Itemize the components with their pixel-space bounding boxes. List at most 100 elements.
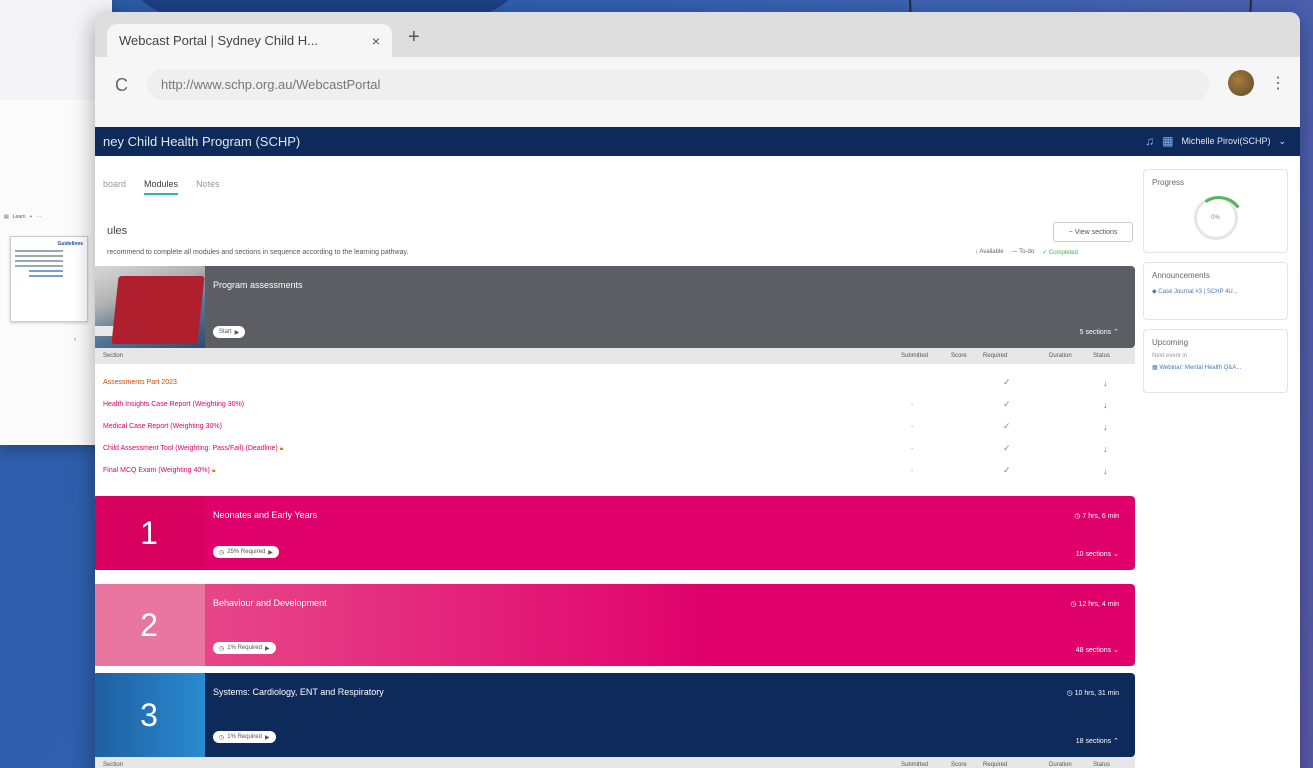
row-submitted: - — [911, 424, 914, 431]
assessment-rows: Assessments Part 2023 ✓ ↓ Health Insight… — [103, 374, 1133, 484]
user-menu[interactable]: Michelle Pirovi(SCHP) — [1181, 136, 1270, 146]
calendar-icon: ▦ — [1152, 365, 1158, 371]
tab-strip: Webcast Portal | Sydney Child H... × + — [95, 12, 1300, 57]
module-duration: ◷ 7 hrs, 6 min — [1074, 513, 1119, 520]
progress-ring: 0% — [1193, 196, 1238, 240]
lock-icon: 🔒︎ — [279, 445, 284, 452]
row-link[interactable]: Assessments Part 2023 — [103, 379, 177, 386]
required-pill[interactable]: ◷ 1% Required ▶ — [213, 642, 276, 654]
legend-todo: — To-do — [1011, 249, 1035, 255]
table-row[interactable]: Health Insights Case Report (Weighting 3… — [103, 396, 1133, 418]
right-sidebar: Progress 0% Announcements ◆ Case Journal… — [1143, 169, 1288, 402]
section-note: recommend to complete all modules and se… — [107, 249, 409, 256]
header-user-area: ♫ ▦ Michelle Pirovi(SCHP) ⌄ — [1145, 134, 1286, 148]
module-number: 2 — [95, 584, 205, 666]
module-duration: ◷ 12 hrs, 4 min — [1070, 601, 1119, 608]
col-duration: Duration — [1049, 762, 1072, 768]
site-title: ney Child Health Program (SCHP) — [103, 134, 301, 149]
table-row[interactable]: Assessments Part 2023 ✓ ↓ — [103, 374, 1133, 396]
upcoming-event[interactable]: ▦ Webinar: Mental Health Q&A... — [1152, 364, 1279, 371]
status-icon: ↓ — [1103, 444, 1108, 454]
subnav-tabs: board Modules Notes — [103, 179, 220, 195]
close-icon[interactable]: × — [372, 33, 380, 49]
required-check-icon: ✓ — [1003, 443, 1011, 453]
legend-completed: ✓ Completed — [1042, 250, 1078, 256]
tab-modules[interactable]: Modules — [144, 179, 179, 195]
table-header: Section Submitted Score Required Duratio… — [95, 348, 1135, 364]
required-check-icon: ✓ — [1003, 377, 1011, 387]
row-submitted: - — [911, 468, 914, 475]
calendar-icon[interactable]: ▦ — [1162, 134, 1173, 148]
start-button[interactable]: Start ▶ — [213, 326, 246, 338]
col-duration: Duration — [1049, 353, 1072, 359]
module-2-banner[interactable]: 2 Behaviour and Development ◷ 1% Required… — [95, 584, 1135, 666]
module-name: Program assessments — [213, 280, 303, 290]
chevron-down-icon[interactable]: ⌄ — [1278, 136, 1286, 147]
module-number: 1 — [95, 496, 205, 570]
module-name: Neonates and Early Years — [213, 510, 318, 520]
background-toolbar: ▤ Learn + ⋯ — [0, 208, 88, 226]
announcement-item[interactable]: ◆ Case Journal #3 | SCHP 4U... — [1152, 288, 1279, 295]
col-submitted: Submitted — [901, 762, 929, 768]
module-sections-toggle[interactable]: 48 sections ⌄ — [1076, 646, 1119, 654]
col-status: Status — [1093, 353, 1111, 359]
table-header: Section Submitted Score Required Duratio… — [95, 757, 1135, 768]
module-program-assessments[interactable]: Program assessments Start ▶ 5 sections ⌃ — [95, 266, 1135, 348]
module-sections-toggle[interactable]: 10 sections ⌄ — [1076, 550, 1119, 558]
address-bar[interactable]: http://www.schp.org.au/WebcastPortal — [147, 69, 1210, 100]
row-link[interactable]: Child Assessment Tool (Weighting: Pass/F… — [103, 445, 284, 453]
table-row[interactable]: Child Assessment Tool (Weighting: Pass/F… — [103, 440, 1133, 462]
col-section: Section — [103, 353, 124, 359]
upcoming-card: Upcoming Next event in ▦ Webinar: Mental… — [1143, 329, 1288, 393]
tab-title: Webcast Portal | Sydney Child H... — [119, 33, 318, 48]
upcoming-subtitle: Next event in — [1152, 353, 1188, 359]
col-required: Required — [983, 353, 1008, 359]
row-link[interactable]: Health Insights Case Report (Weighting 3… — [103, 401, 244, 408]
progress-label: Progress — [1152, 178, 1185, 187]
module-sections-toggle[interactable]: 5 sections ⌃ — [1080, 328, 1119, 336]
col-status: Status — [1093, 762, 1111, 768]
clock-icon: ◷ — [219, 549, 225, 556]
reload-icon[interactable]: C — [115, 75, 128, 96]
required-check-icon: ✓ — [1003, 421, 1011, 431]
document-icon: ▤ — [4, 214, 9, 220]
view-sections-button[interactable]: − View sections — [1053, 222, 1133, 242]
upcoming-label: Upcoming — [1152, 338, 1189, 347]
tab-webcast-portal[interactable]: Webcast Portal | Sydney Child H... × — [107, 24, 392, 57]
tab-dashboard[interactable]: board — [103, 179, 126, 195]
menu-icon[interactable]: ⋮ — [1270, 73, 1286, 93]
thumbnail-heading: Guidelines — [57, 241, 83, 247]
row-submitted: - — [911, 446, 914, 453]
background-page-thumbnail: Guidelines — [10, 236, 88, 322]
tab-notes[interactable]: Notes — [196, 179, 220, 195]
avatar[interactable] — [1228, 70, 1254, 96]
required-pill[interactable]: ◷ 25% Required ▶ — [213, 546, 279, 558]
required-pill[interactable]: ◷ 1% Required ▶ — [213, 731, 276, 743]
table-row[interactable]: Final MCQ Exam (Weighting 40%) 🔒︎ - ✓ ↓ — [103, 462, 1133, 484]
status-icon: ↓ — [1103, 400, 1108, 410]
module-name: Behaviour and Development — [213, 598, 327, 608]
module-sections-toggle[interactable]: 18 sections ⌃ — [1076, 737, 1119, 745]
new-tab-button[interactable]: + — [408, 26, 420, 49]
table-row[interactable]: Medical Case Report (Weighting 30%) - ✓ … — [103, 418, 1133, 440]
status-icon: ↓ — [1103, 466, 1108, 476]
view-sections-label: View sections — [1074, 228, 1118, 236]
more-icon: ⋯ — [36, 214, 42, 220]
module-1-banner[interactable]: 1 Neonates and Early Years ◷ 25% Required… — [95, 496, 1135, 570]
legend-available: ↓ Available — [975, 249, 1004, 255]
required-check-icon: ✓ — [1003, 465, 1011, 475]
status-icon: ↓ — [1103, 378, 1108, 388]
col-required: Required — [983, 762, 1008, 768]
chevron-right-icon: › — [74, 337, 76, 343]
lock-icon: 🔒︎ — [211, 467, 216, 474]
clock-icon: ◷ — [219, 734, 225, 741]
toolbar-text: Learn — [12, 214, 26, 220]
required-check-icon: ✓ — [1003, 399, 1011, 409]
row-link[interactable]: Final MCQ Exam (Weighting 40%) 🔒︎ — [103, 467, 216, 475]
row-link[interactable]: Medical Case Report (Weighting 30%) — [103, 423, 222, 430]
notifications-icon[interactable]: ♫ — [1145, 134, 1154, 148]
col-submitted: Submitted — [901, 353, 929, 359]
module-3-banner[interactable]: 3 Systems: Cardiology, ENT and Respirato… — [95, 673, 1135, 757]
plus-icon: + — [29, 214, 33, 220]
announcements-card: Announcements ◆ Case Journal #3 | SCHP 4… — [1143, 262, 1288, 320]
